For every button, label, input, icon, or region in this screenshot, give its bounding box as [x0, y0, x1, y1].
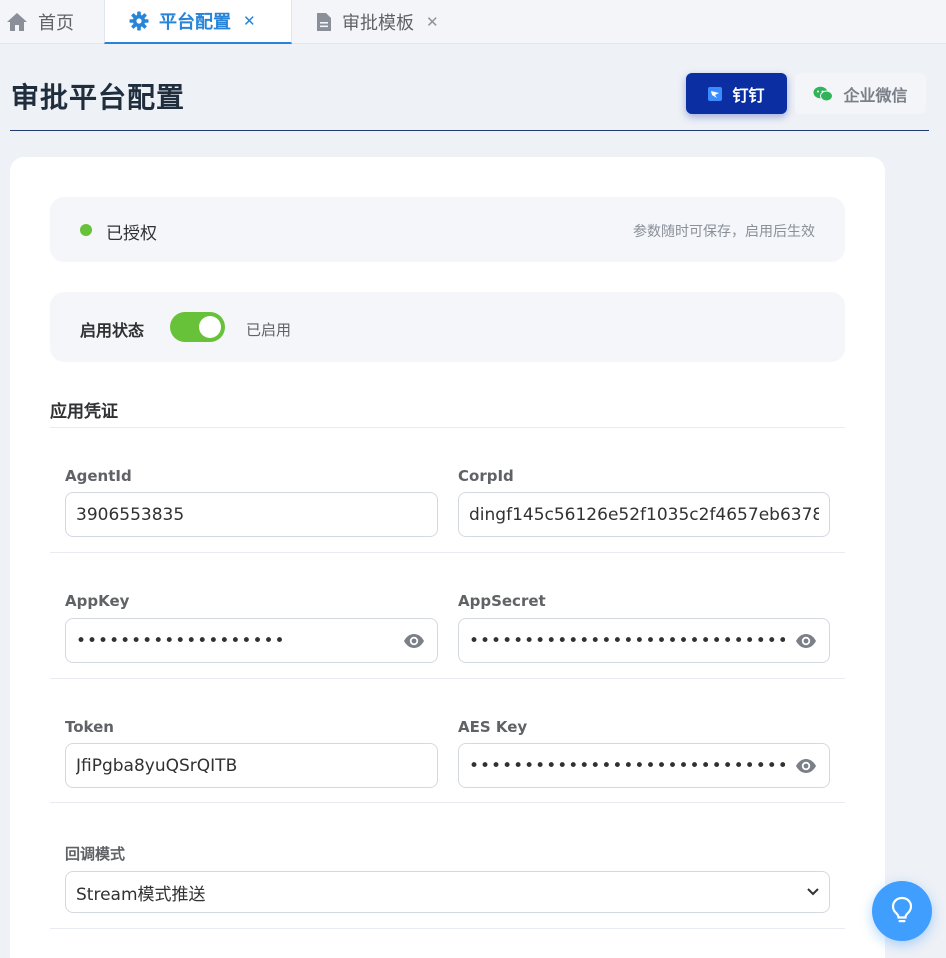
toggle-knob [199, 316, 221, 338]
lightbulb-icon [890, 896, 914, 926]
dingtalk-icon [708, 86, 723, 101]
tab-home-label: 首页 [38, 13, 74, 34]
dingtalk-button-label: 钉钉 [732, 85, 765, 105]
enable-status-label: 启用状态 [80, 321, 145, 340]
app-key-field [65, 618, 438, 663]
app-secret-field [458, 618, 830, 663]
config-card: 已授权 参数随时可保存，启用后生效 启用状态 已启用 应用凭证 AgentId … [10, 157, 885, 958]
aes-key-input[interactable] [459, 744, 829, 787]
corp-id-field [458, 492, 830, 537]
header-divider [10, 130, 929, 131]
page-title: 审批平台配置 [11, 81, 186, 114]
aes-key-label: AES Key [458, 718, 528, 736]
document-icon [316, 12, 332, 32]
help-button[interactable] [872, 881, 932, 941]
callback-mode-select[interactable]: Stream模式推送 [65, 871, 830, 913]
eye-icon[interactable] [403, 633, 425, 653]
app-key-input[interactable] [66, 619, 437, 662]
tab-platform-config[interactable]: 平台配置 ✕ [104, 0, 292, 44]
eye-icon[interactable] [795, 758, 817, 778]
chevron-down-icon [807, 888, 819, 896]
agent-id-input[interactable] [66, 493, 437, 536]
close-icon[interactable]: ✕ [243, 12, 256, 30]
auth-hint: 参数随时可保存，启用后生效 [633, 224, 815, 240]
callback-mode-value: Stream模式推送 [76, 884, 206, 905]
auth-status-dot [80, 224, 92, 236]
tab-home[interactable]: 首页 [6, 0, 74, 44]
app-key-label: AppKey [65, 592, 130, 610]
enable-status-text: 已启用 [246, 321, 292, 339]
auth-status-panel: 已授权 参数随时可保存，启用后生效 [50, 197, 845, 262]
eye-icon[interactable] [795, 633, 817, 653]
app-secret-input[interactable] [459, 619, 829, 662]
enable-status-panel: 启用状态 已启用 [50, 292, 845, 362]
corp-id-input[interactable] [459, 493, 829, 536]
aes-key-field [458, 743, 830, 788]
dingtalk-button[interactable]: 钉钉 [686, 73, 787, 114]
token-field [65, 743, 438, 788]
gear-icon [129, 11, 149, 31]
auth-status-text: 已授权 [106, 224, 157, 244]
tab-platform-config-label: 平台配置 [159, 12, 231, 33]
section-divider [50, 427, 845, 428]
callback-mode-label: 回调模式 [65, 845, 126, 863]
wechat-icon [813, 86, 834, 102]
row-divider [50, 802, 845, 803]
tab-bar: 首页 平台配置 ✕ 审批模板 ✕ [0, 0, 946, 44]
home-icon [6, 12, 28, 32]
agent-id-field [65, 492, 438, 537]
enable-toggle[interactable] [170, 312, 225, 342]
row-divider [50, 552, 845, 553]
row-divider [50, 928, 845, 929]
token-input[interactable] [66, 744, 437, 787]
agent-id-label: AgentId [65, 467, 132, 485]
wecom-button-label: 企业微信 [843, 85, 908, 105]
token-label: Token [65, 718, 114, 736]
credentials-section-title: 应用凭证 [50, 402, 118, 422]
wecom-button[interactable]: 企业微信 [795, 73, 926, 114]
tab-approval-template[interactable]: 审批模板 ✕ [316, 0, 439, 44]
close-icon[interactable]: ✕ [426, 13, 439, 31]
app-secret-label: AppSecret [458, 592, 546, 610]
row-divider [50, 678, 845, 679]
tab-approval-template-label: 审批模板 [342, 13, 414, 34]
corp-id-label: CorpId [458, 467, 514, 485]
